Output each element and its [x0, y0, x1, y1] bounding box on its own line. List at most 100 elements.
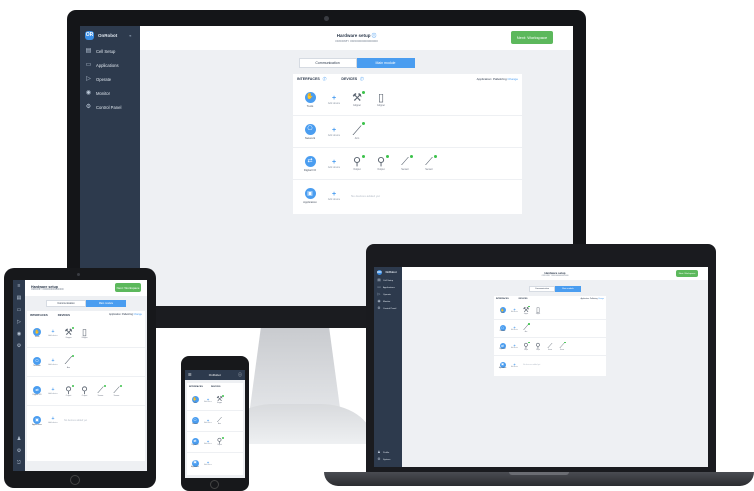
device-item[interactable]: ⚲ Output	[522, 341, 530, 351]
add-device-button[interactable]: + Add device	[47, 387, 59, 395]
document-icon[interactable]: ▤	[13, 292, 25, 304]
device-item[interactable]: ▯ Gripper	[534, 307, 542, 315]
add-device-button[interactable]: + Add device	[203, 439, 213, 445]
interface-tools[interactable]: ✋ Tools	[30, 328, 44, 338]
next-workspace-button[interactable]: Next: Workspace	[511, 31, 553, 44]
interface-digital-io[interactable]: ⇄ Digital I/O	[189, 438, 201, 446]
interface-application[interactable]: ▣ Application	[30, 415, 44, 426]
sidebar-item-profile[interactable]: ♟Profile	[374, 449, 402, 456]
device-item[interactable]: ⚲ Output	[63, 384, 74, 397]
info-icon[interactable]: ⓘ	[323, 77, 327, 82]
device-item[interactable]: ⟋ Sensor	[558, 341, 566, 351]
sidebar-item-operate[interactable]: ▷ Operate	[374, 291, 402, 298]
interface-tools[interactable]: ✋ Tools	[299, 91, 321, 108]
device-item[interactable]: ⟋ Arm	[63, 354, 74, 369]
add-device-button[interactable]: + Add device	[203, 397, 213, 403]
device-item[interactable]: ⟋ Sensor	[95, 384, 106, 397]
add-device-button[interactable]: + Add device	[47, 329, 59, 337]
add-device-button[interactable]: + Add device	[510, 308, 519, 314]
sidebar-brand[interactable]: OR OnRobot «	[80, 26, 140, 44]
change-application-link[interactable]: Change	[134, 313, 142, 316]
add-device-button[interactable]: + Add device	[203, 461, 213, 467]
device-item[interactable]: ⚲ Output	[79, 385, 90, 397]
logout-icon[interactable]: ⎋	[13, 457, 25, 469]
add-device-button[interactable]: + Add device	[325, 159, 343, 169]
device-item[interactable]: ⟋ Sensor	[111, 384, 122, 397]
sidebar-item-control-panel[interactable]: ⚙ Control Panel	[374, 305, 402, 312]
device-item[interactable]: ⟋ Arm	[522, 323, 530, 333]
info-icon[interactable]: ⓘ	[360, 77, 364, 82]
device-item[interactable]: ⟋ Arm	[349, 121, 365, 140]
folder-icon[interactable]: ▭	[13, 304, 25, 316]
device-item[interactable]: ⚲ Output	[349, 154, 365, 171]
device-item[interactable]: ▯ Gripper	[79, 327, 90, 339]
add-device-button[interactable]: + Add device	[47, 358, 59, 366]
add-device-button[interactable]: + Add device	[325, 95, 343, 105]
interface-network[interactable]: ⎔ Network	[497, 325, 508, 332]
sidebar-item-system[interactable]: ⚙System	[374, 456, 402, 463]
next-workspace-button[interactable]: Next: Workspace	[676, 270, 698, 277]
gear-icon[interactable]: ⚙	[13, 445, 25, 457]
sidebar-item-applications[interactable]: ▭ Applications	[80, 58, 140, 72]
play-icon[interactable]: ▷	[13, 316, 25, 328]
device-item[interactable]: ⟋ Sensor	[397, 154, 413, 171]
add-device-button[interactable]: + Add device	[203, 418, 213, 424]
device-item[interactable]: ⟋ Arm	[215, 417, 224, 425]
add-device-button[interactable]: + Add device	[510, 344, 519, 350]
interface-digital-io[interactable]: ⇄ Digital I/O	[299, 155, 321, 172]
interface-network[interactable]: ⎔ Network	[30, 357, 44, 367]
device-item[interactable]: ▯ Gripper	[373, 92, 389, 107]
interface-digital-io[interactable]: ⇄ Digital I/O	[30, 386, 44, 396]
change-application-link[interactable]: Change	[507, 77, 518, 81]
tab-communication[interactable]: Communication	[46, 300, 86, 307]
sidebar-item-applications[interactable]: ▭ Applications	[374, 284, 402, 291]
add-device-button[interactable]: + Add device	[510, 362, 519, 368]
tab-communication[interactable]: Communication	[529, 286, 555, 292]
sliders-icon[interactable]: ⚙	[13, 340, 25, 352]
info-icon[interactable]: ⓘ	[372, 33, 377, 38]
tab-main-module[interactable]: Main module	[555, 286, 581, 292]
add-device-button[interactable]: + Add device	[325, 191, 343, 201]
interface-application[interactable]: ▣ Application	[497, 361, 508, 369]
interface-tools[interactable]: ✋ Tools	[497, 307, 508, 314]
menu-icon[interactable]: ☰	[188, 373, 192, 377]
tab-communication[interactable]: Communication	[298, 58, 357, 68]
sidebar-item-operate[interactable]: ▷ Operate	[80, 72, 140, 86]
tab-main-module[interactable]: Main module	[86, 300, 126, 307]
sidebar-item-cell-setup[interactable]: ▤ Cell Setup	[80, 44, 140, 58]
hardware-panel: INTERFACES ⓘ DEVICES ⓘ Application: Pall…	[293, 74, 522, 214]
gripper-icon: ⚒	[522, 306, 530, 314]
device-item[interactable]: ⟋ Sensor	[421, 154, 437, 171]
interface-application[interactable]: ▣ Application	[299, 188, 321, 204]
sidebar-item-control-panel[interactable]: ⚙ Control Panel	[80, 100, 140, 114]
interface-application[interactable]: ▣ Application	[189, 459, 201, 468]
interface-network[interactable]: ⎔ Network	[189, 417, 201, 425]
device-item[interactable]: ⟋ Sensor	[546, 343, 554, 351]
add-device-button[interactable]: + Add device	[325, 127, 343, 137]
add-device-button[interactable]: + Add device	[47, 417, 59, 425]
user-icon[interactable]: ♟	[13, 433, 25, 445]
add-device-button[interactable]: + Add device	[510, 326, 519, 332]
sidebar-brand[interactable]: OR OnRobot «	[374, 267, 405, 277]
sidebar-item-monitor[interactable]: ◉ Monitor	[374, 298, 402, 305]
interface-network[interactable]: ⎔ Network	[299, 123, 321, 140]
next-workspace-button[interactable]: Next: Workspace	[115, 283, 141, 292]
device-item[interactable]: ⚒ Gripper	[522, 305, 530, 315]
device-item[interactable]: ⚲ Output	[373, 154, 389, 171]
sidebar-item-monitor[interactable]: ◉ Monitor	[80, 86, 140, 100]
device-item[interactable]: ⚲ Output	[215, 437, 224, 446]
eye-icon[interactable]: ◉	[13, 328, 25, 340]
device-item[interactable]: ⚲ Output	[534, 343, 542, 351]
menu-icon[interactable]: ≡	[13, 280, 25, 292]
interface-digital-io[interactable]: ⇄ Digital I/O	[497, 343, 508, 350]
collapse-icon[interactable]: «	[129, 33, 131, 38]
interface-tools[interactable]: ✋ Tools	[189, 396, 201, 404]
change-application-link[interactable]: Change	[598, 298, 604, 300]
tab-main-module[interactable]: Main module	[356, 58, 415, 68]
info-icon[interactable]: ⓘ	[238, 372, 242, 378]
sidebar-bottom: ♟ ⚙ ⎋	[13, 433, 25, 469]
sidebar-item-cell-setup[interactable]: ▤ Cell Setup	[374, 277, 402, 284]
device-item[interactable]: ⚒ Gripper	[349, 90, 365, 107]
device-item[interactable]: ⚒ Gripper	[215, 395, 224, 404]
device-item[interactable]: ⚒ Gripper	[63, 326, 74, 339]
